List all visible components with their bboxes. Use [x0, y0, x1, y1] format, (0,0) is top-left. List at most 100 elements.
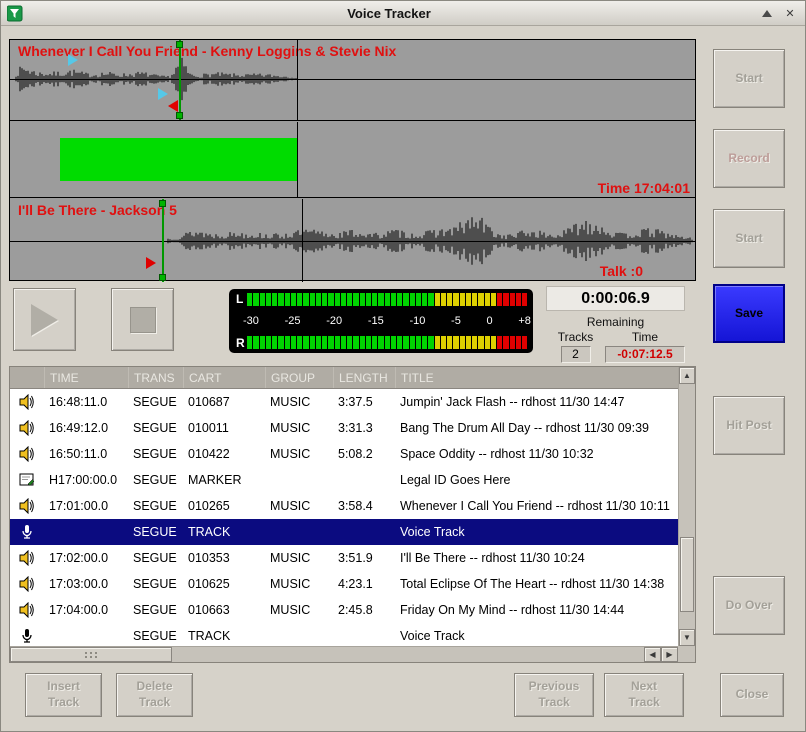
close-window-button[interactable]: ✕ — [781, 4, 799, 22]
column-group: GROUP — [265, 367, 333, 388]
play-button[interactable] — [13, 288, 76, 351]
cell-group: MUSIC — [265, 447, 333, 461]
meter-scale-tick: -15 — [368, 315, 384, 327]
record-button[interactable]: Record — [713, 129, 785, 188]
cell-trans: SEGUE — [128, 499, 183, 513]
segue-start-marker-icon[interactable] — [68, 54, 78, 66]
table-row[interactable]: 17:04:00.0SEGUE010663MUSIC2:45.8Friday O… — [10, 597, 678, 623]
cell-cart: 010687 — [183, 395, 265, 409]
cell-title: Legal ID Goes Here — [395, 473, 678, 487]
hit-post-button[interactable]: Hit Post — [713, 396, 785, 455]
app-icon — [7, 5, 25, 22]
table-row[interactable]: 17:03:00.0SEGUE010625MUSIC4:23.1Total Ec… — [10, 571, 678, 597]
column-cart: CART — [183, 367, 265, 388]
end-marker-icon[interactable] — [168, 100, 178, 112]
cell-group: MUSIC — [265, 499, 333, 513]
shade-button[interactable] — [758, 4, 776, 22]
boundary-handle-bottom[interactable] — [176, 112, 183, 119]
meter-scale-tick: -30 — [243, 315, 259, 327]
cell-group: MUSIC — [265, 551, 333, 565]
vertical-scroll-thumb[interactable] — [680, 537, 694, 612]
meter-scale-tick: -25 — [285, 315, 301, 327]
window-title: Voice Tracker — [25, 6, 753, 21]
grip-dots-icon — [85, 652, 87, 654]
cell-trans: SEGUE — [128, 473, 183, 487]
boundary-handle-bottom[interactable] — [159, 274, 166, 281]
table-row[interactable]: H17:00:00.0SEGUEMARKERLegal ID Goes Here — [10, 467, 678, 493]
table-row[interactable]: 16:50:11.0SEGUE010422MUSIC5:08.2Space Od… — [10, 441, 678, 467]
meter-scale-tick: -5 — [451, 315, 461, 327]
titlebar[interactable]: Voice Tracker ✕ — [1, 1, 805, 26]
next-track-title: I'll Be There - Jackson 5 — [18, 202, 177, 218]
cell-cart: TRACK — [183, 629, 265, 643]
table-row[interactable]: SEGUETRACKVoice Track — [10, 623, 678, 646]
track-boundary-line[interactable] — [162, 199, 164, 282]
start-previous-button[interactable]: Start — [713, 49, 785, 108]
insert-track-button[interactable]: Insert Track — [25, 673, 102, 717]
speaker-icon — [10, 550, 44, 566]
meter-scale-tick: +8 — [518, 315, 531, 327]
cell-cart: 010422 — [183, 447, 265, 461]
previous-track-button[interactable]: Previous Track — [514, 673, 594, 717]
next-track-pane[interactable]: I'll Be There - Jackson 5 Talk :0 — [10, 199, 695, 282]
column-length: LENGTH — [333, 367, 395, 388]
boundary-handle-top[interactable] — [176, 41, 183, 48]
cell-cart: 010353 — [183, 551, 265, 565]
cell-time: 16:48:11.0 — [44, 395, 128, 409]
scroll-down-button[interactable]: ▼ — [679, 629, 695, 646]
cell-length: 5:08.2 — [333, 447, 395, 461]
vertical-scrollbar[interactable]: ▲ ▼ — [678, 367, 695, 646]
mic-icon — [10, 524, 44, 540]
cell-length: 2:45.8 — [333, 603, 395, 617]
scroll-right-button[interactable]: ▶ — [661, 647, 678, 662]
talk-label: Talk :0 — [600, 263, 643, 279]
cell-group: MUSIC — [265, 577, 333, 591]
delete-track-button[interactable]: Delete Track — [116, 673, 193, 717]
time-label: Time 17:04:01 — [598, 180, 690, 196]
horizontal-scrollbar[interactable]: ◀ ▶ — [10, 646, 678, 662]
previous-track-pane[interactable]: Whenever I Call You Friend - Kenny Loggi… — [10, 40, 695, 121]
stop-icon — [130, 307, 156, 333]
start-marker-icon[interactable] — [146, 257, 156, 269]
audio-meter-panel: L -30-25-20-15-10-50+8 R — [229, 289, 533, 353]
cell-title: Voice Track — [395, 629, 678, 643]
segue-end-marker-icon[interactable] — [158, 88, 168, 100]
cell-trans: SEGUE — [128, 421, 183, 435]
meter-scale: -30-25-20-15-10-50+8 — [243, 309, 531, 333]
table-row[interactable]: SEGUETRACKVoice Track — [10, 519, 678, 545]
remaining-time-value: -0:07:12.5 — [605, 346, 685, 363]
table-row[interactable]: 17:02:00.0SEGUE010353MUSIC3:51.9I'll Be … — [10, 545, 678, 571]
column-icon-spacer — [10, 367, 44, 388]
cell-trans: SEGUE — [128, 603, 183, 617]
left-level-meter — [247, 293, 527, 306]
do-over-button[interactable]: Do Over — [713, 576, 785, 635]
table-row[interactable]: 17:01:00.0SEGUE010265MUSIC3:58.4Whenever… — [10, 493, 678, 519]
cell-title: Voice Track — [395, 525, 678, 539]
up-arrow-icon — [762, 10, 772, 17]
table-row[interactable]: 16:49:12.0SEGUE010011MUSIC3:31.3Bang The… — [10, 415, 678, 441]
cell-trans: SEGUE — [128, 551, 183, 565]
elapsed-time-display: 0:00:06.9 — [546, 286, 685, 311]
cell-time: 17:03:00.0 — [44, 577, 128, 591]
scroll-up-button[interactable]: ▲ — [679, 367, 695, 384]
scroll-left-button[interactable]: ◀ — [644, 647, 661, 662]
zero-line — [10, 241, 695, 242]
boundary-handle-top[interactable] — [159, 200, 166, 207]
cell-cart: 010265 — [183, 499, 265, 513]
speaker-icon — [10, 576, 44, 592]
voice-track-pane[interactable]: Time 17:04:01 — [10, 122, 695, 198]
horizontal-scroll-thumb[interactable] — [10, 647, 172, 662]
meter-scale-tick: -20 — [326, 315, 342, 327]
column-title: TITLE — [395, 367, 678, 388]
cell-title: Space Oddity -- rdhost 11/30 10:32 — [395, 447, 678, 461]
close-button[interactable]: Close — [720, 673, 784, 717]
start-next-button[interactable]: Start — [713, 209, 785, 268]
table-row[interactable]: 16:48:11.0SEGUE010687MUSIC3:37.5Jumpin' … — [10, 389, 678, 415]
save-button[interactable]: Save — [713, 284, 785, 343]
track-boundary-line[interactable] — [179, 40, 181, 120]
cell-trans: SEGUE — [128, 395, 183, 409]
next-track-button[interactable]: Next Track — [604, 673, 684, 717]
voice-track-region[interactable] — [60, 138, 297, 181]
stop-button[interactable] — [111, 288, 174, 351]
cell-trans: SEGUE — [128, 577, 183, 591]
